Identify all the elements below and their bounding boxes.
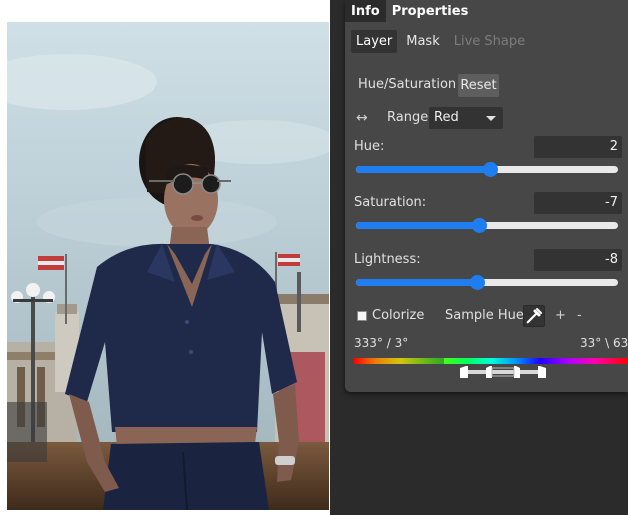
hue-label: Hue:	[354, 139, 385, 154]
sample-hue-label: Sample Hue:	[445, 308, 529, 323]
subtract-from-sample-button[interactable]: -	[577, 308, 582, 323]
adjustment-title: Hue/Saturation	[358, 77, 457, 92]
range-dropdown[interactable]: Red	[429, 107, 503, 129]
colorize-label: Colorize	[372, 308, 425, 323]
properties-subtabs: Layer Mask Live Shape	[351, 30, 530, 53]
range-handle-right-outer	[538, 366, 546, 378]
hue-range-left-readout: 333° / 3°	[354, 336, 409, 350]
hue-value-field[interactable]: 2	[534, 136, 622, 158]
double-arrow-icon: ↔	[356, 110, 368, 126]
range-label: Range:	[387, 110, 433, 125]
hue-range-handles[interactable]	[458, 364, 550, 380]
range-handle-left-outer	[460, 366, 468, 378]
document-canvas[interactable]	[0, 0, 330, 515]
lightness-label: Lightness:	[354, 252, 421, 267]
lightness-slider-fill	[356, 279, 477, 286]
add-to-sample-button[interactable]: +	[555, 308, 566, 323]
lightness-slider-track[interactable]	[356, 275, 618, 290]
edited-photo[interactable]	[7, 22, 329, 510]
reset-button[interactable]: Reset	[458, 74, 499, 97]
hue-slider-track[interactable]	[356, 162, 618, 177]
hue-range-right-readout: 33° \ 63°	[580, 336, 628, 350]
tab-properties[interactable]: Properties	[385, 0, 475, 22]
subtab-layer[interactable]: Layer	[351, 30, 398, 53]
subtab-live-shape: Live Shape	[453, 34, 526, 49]
eyedropper-icon[interactable]	[523, 305, 545, 327]
hue-slider-fill	[356, 166, 490, 173]
hue-slider-thumb[interactable]	[482, 162, 498, 177]
lightness-value-field[interactable]: -8	[534, 249, 622, 271]
hue-spectrum-shade	[354, 358, 444, 364]
chevron-down-icon	[486, 116, 496, 121]
lightness-slider-thumb[interactable]	[469, 275, 485, 290]
saturation-value-field[interactable]: -7	[534, 192, 622, 214]
colorize-checkbox[interactable]	[357, 311, 367, 321]
saturation-slider-track[interactable]	[356, 218, 618, 233]
range-handle-left-inner	[486, 366, 492, 378]
range-dropdown-value: Red	[434, 110, 459, 125]
panel-tab-bar: Info Properties	[345, 0, 475, 22]
range-handle-right-inner	[514, 366, 520, 378]
tab-info[interactable]: Info	[345, 0, 386, 22]
saturation-slider-fill	[356, 222, 480, 229]
subtab-mask[interactable]: Mask	[401, 30, 444, 53]
saturation-label: Saturation:	[354, 195, 427, 210]
